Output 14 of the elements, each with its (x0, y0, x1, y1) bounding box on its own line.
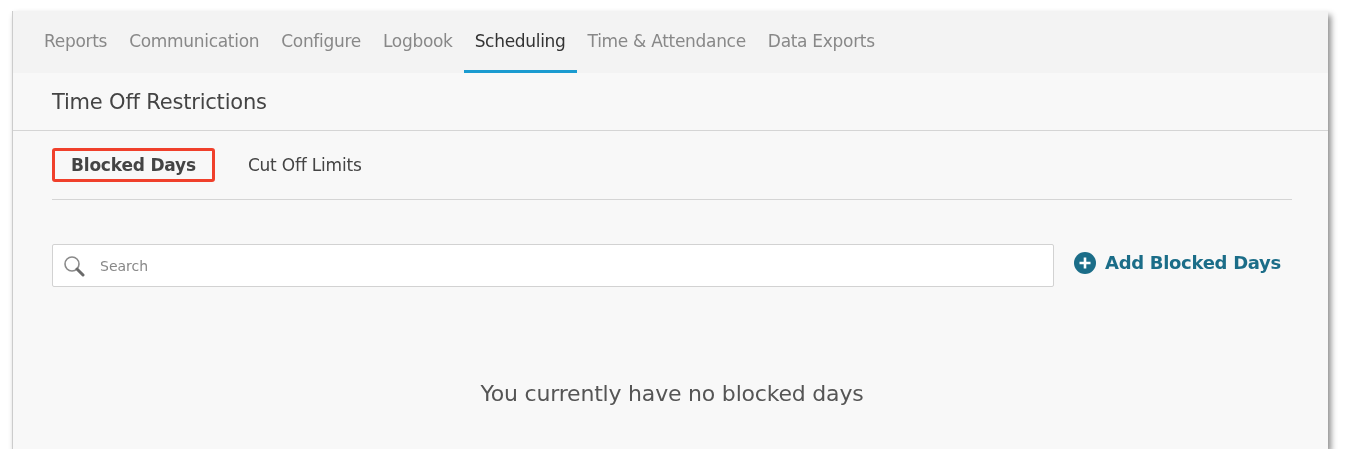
search-field[interactable]: Search (52, 244, 1054, 287)
nav-tab[interactable]: Time & Attendance (576, 11, 757, 73)
add-blocked-days-button[interactable]: Add Blocked Days (1074, 251, 1281, 274)
nav-tab[interactable]: Data Exports (756, 11, 886, 73)
plus-icon (1074, 251, 1096, 274)
nav-tab[interactable]: Reports (33, 11, 119, 73)
nav-tab[interactable]: Communication (118, 11, 271, 73)
nav-tab[interactable]: Scheduling (463, 11, 577, 73)
sub-tab[interactable]: Cut Off Limits (228, 148, 381, 182)
empty-message: You currently have no blocked days (479, 381, 865, 406)
nav-tab[interactable]: Logbook (371, 11, 464, 73)
sub-tab[interactable]: Blocked Days (52, 148, 215, 182)
page-title: Time Off Restrictions (52, 89, 267, 114)
nav-tab[interactable]: Configure (270, 11, 372, 73)
